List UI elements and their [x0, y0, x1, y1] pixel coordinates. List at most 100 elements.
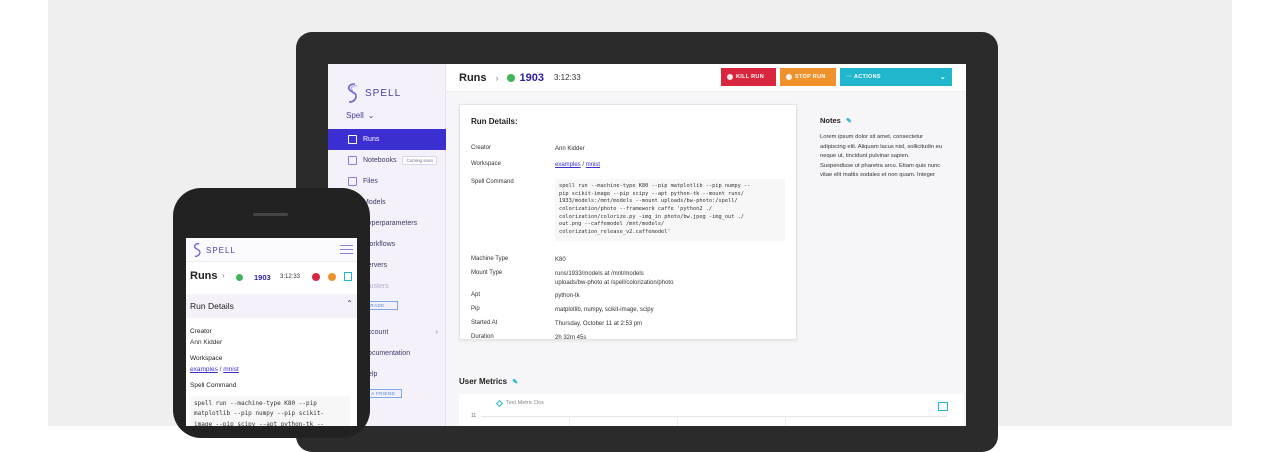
y-tick-label: 11	[471, 413, 477, 419]
brand-name: SPELL	[365, 87, 402, 99]
spell-logo-icon	[193, 242, 201, 258]
started-at-value: Thursday, October 11 at 2:53 pm	[555, 321, 643, 327]
workspace-link-examples[interactable]: examples	[555, 162, 581, 168]
run-duration: 3:12:33	[553, 73, 581, 82]
stop-run-button[interactable]: STOP RUN	[780, 68, 836, 86]
mobile-creator-value: Ann Kidder	[190, 339, 223, 346]
diamond-icon	[495, 399, 504, 407]
phone-speaker	[253, 213, 288, 216]
kill-run-label: KILL RUN	[736, 74, 764, 80]
brand-logo[interactable]: SPELL	[345, 82, 401, 104]
notes-title-text: Notes	[820, 116, 841, 125]
edit-pencil-icon[interactable]: ✎	[846, 118, 852, 125]
chevron-right-icon: ›	[435, 329, 438, 336]
machine-type-value: K80	[555, 257, 566, 263]
user-metrics-title-text: User Metrics	[459, 377, 508, 386]
edit-pencil-icon[interactable]: ✎	[512, 379, 518, 386]
stop-run-label: STOP RUN	[795, 74, 826, 80]
chevron-right-icon: ›	[222, 271, 225, 280]
gridline	[677, 416, 678, 426]
mobile-section-title: Run Details	[190, 301, 234, 311]
stop-run-icon[interactable]	[328, 273, 336, 281]
notes-body[interactable]: Lorem ipsum dolor sit amet, consectetur …	[820, 133, 944, 181]
run-details-card: Run Details: Creator Ann Kidder Workspac…	[459, 104, 797, 341]
spell-logo-icon	[347, 83, 358, 103]
workspace-link-mnist[interactable]: mnist	[223, 366, 239, 373]
mobile-creator-label: Creator	[190, 328, 212, 335]
field-label: Duration	[471, 334, 494, 340]
duration-value: 2h 32m 45s	[555, 335, 587, 341]
org-selector[interactable]: Spell ⌄	[346, 111, 375, 120]
status-running-icon	[236, 274, 243, 281]
field-label: Creator	[471, 145, 492, 151]
creator-value: Ann Kidder	[555, 146, 585, 152]
field-label: Pip	[471, 306, 480, 312]
actions-label: ··· ACTIONS	[846, 74, 881, 80]
stop-icon	[786, 74, 792, 80]
apt-value: python-tk	[555, 293, 580, 299]
main-content: Run Details: Creator Ann Kidder Workspac…	[446, 92, 966, 426]
mobile-header: SPELL	[186, 238, 357, 262]
workspace-link-examples[interactable]: examples	[190, 366, 218, 373]
field-label: Mount Type	[471, 270, 503, 276]
mobile-workspace-value: examples / mnist	[190, 366, 239, 373]
gridline	[481, 416, 947, 417]
sidebar-item-label: Documentation	[363, 350, 411, 357]
mobile-workspace-label: Workspace	[190, 355, 223, 362]
mobile-brand-logo[interactable]: SPELL	[192, 242, 236, 258]
mobile-command-label: Spell Command	[190, 382, 237, 389]
chevron-down-icon: ⌄	[367, 111, 375, 120]
mobile-run-number: 1903	[254, 273, 271, 282]
status-running-icon	[506, 73, 515, 82]
run-number: 1903	[519, 71, 544, 84]
notebook-icon	[348, 156, 357, 165]
field-label: Apt	[471, 292, 481, 298]
gridline	[785, 416, 786, 426]
sidebar-item-notebooks[interactable]: Notebooks Coming soon	[328, 150, 446, 171]
mobile-brand-name: SPELL	[206, 245, 236, 255]
sidebar-item-label: Files	[363, 178, 378, 185]
laptop-screen: SPELL Spell ⌄ Runs Notebooks Coming soon…	[328, 64, 966, 426]
kill-run-button[interactable]: KILL RUN	[721, 68, 776, 86]
coming-soon-badge: Coming soon	[402, 156, 437, 165]
phone-screen: SPELL Runs › 1903 3:12:33 Run Details ⌃ …	[186, 238, 357, 426]
files-icon	[348, 177, 357, 186]
run-details-title: Run Details:	[471, 117, 518, 126]
sidebar-item-label: Hyperparameters	[363, 220, 418, 227]
metric-chart-card: Test Metric Dos 11	[459, 394, 963, 426]
workspace-link-mnist[interactable]: mnist	[586, 162, 600, 168]
field-label: Machine Type	[471, 256, 509, 262]
path-separator: /	[582, 162, 585, 168]
sidebar-item-label: Notebooks	[363, 157, 397, 164]
chevron-down-icon: ⌄	[939, 74, 946, 81]
kill-icon	[727, 74, 733, 80]
sidebar-item-label: Runs	[363, 136, 380, 143]
user-metrics-title: User Metrics ✎	[459, 377, 518, 386]
mobile-command-code: spell run --machine-type K80 --pip matpl…	[190, 396, 350, 426]
sidebar-item-runs[interactable]: Runs	[328, 129, 446, 150]
path-separator: /	[219, 366, 222, 373]
notes-panel: Notes ✎ Lorem ipsum dolor sit amet, cons…	[809, 104, 951, 350]
mount-type-value: runs/1933/models at /mnt/models uploads/…	[555, 270, 785, 287]
chevron-right-icon: ›	[495, 72, 499, 83]
gridline	[569, 416, 570, 426]
mobile-page-title[interactable]: Runs	[190, 270, 218, 282]
mobile-run-details-header[interactable]: Run Details ⌃	[186, 294, 357, 318]
field-label: Started At	[471, 320, 498, 326]
workspace-value: examples / mnist	[555, 161, 785, 170]
page-title[interactable]: Runs	[459, 72, 487, 84]
spell-command-code: spell run --machine-type K80 --pip matpl…	[555, 179, 785, 241]
chevron-up-icon: ⌃	[346, 299, 353, 308]
kill-run-icon[interactable]	[312, 273, 320, 281]
field-label: Workspace	[471, 161, 501, 167]
metric-legend[interactable]: Test Metric Dos	[495, 399, 544, 407]
topbar: Runs › 1903 3:12:33 KILL RUN STOP RUN ··…	[446, 64, 966, 92]
mount-line-2: uploads/bw-photo at /spell/colorization/…	[555, 279, 674, 286]
hamburger-menu-icon[interactable]	[340, 245, 353, 257]
actions-icon[interactable]	[344, 272, 352, 281]
runs-icon	[348, 135, 357, 144]
mount-line-1: runs/1933/models at /mnt/models	[555, 271, 644, 277]
chart-menu-icon[interactable]	[938, 402, 948, 411]
actions-dropdown[interactable]: ··· ACTIONS ⌄	[840, 68, 952, 86]
notes-title: Notes ✎	[820, 116, 852, 125]
